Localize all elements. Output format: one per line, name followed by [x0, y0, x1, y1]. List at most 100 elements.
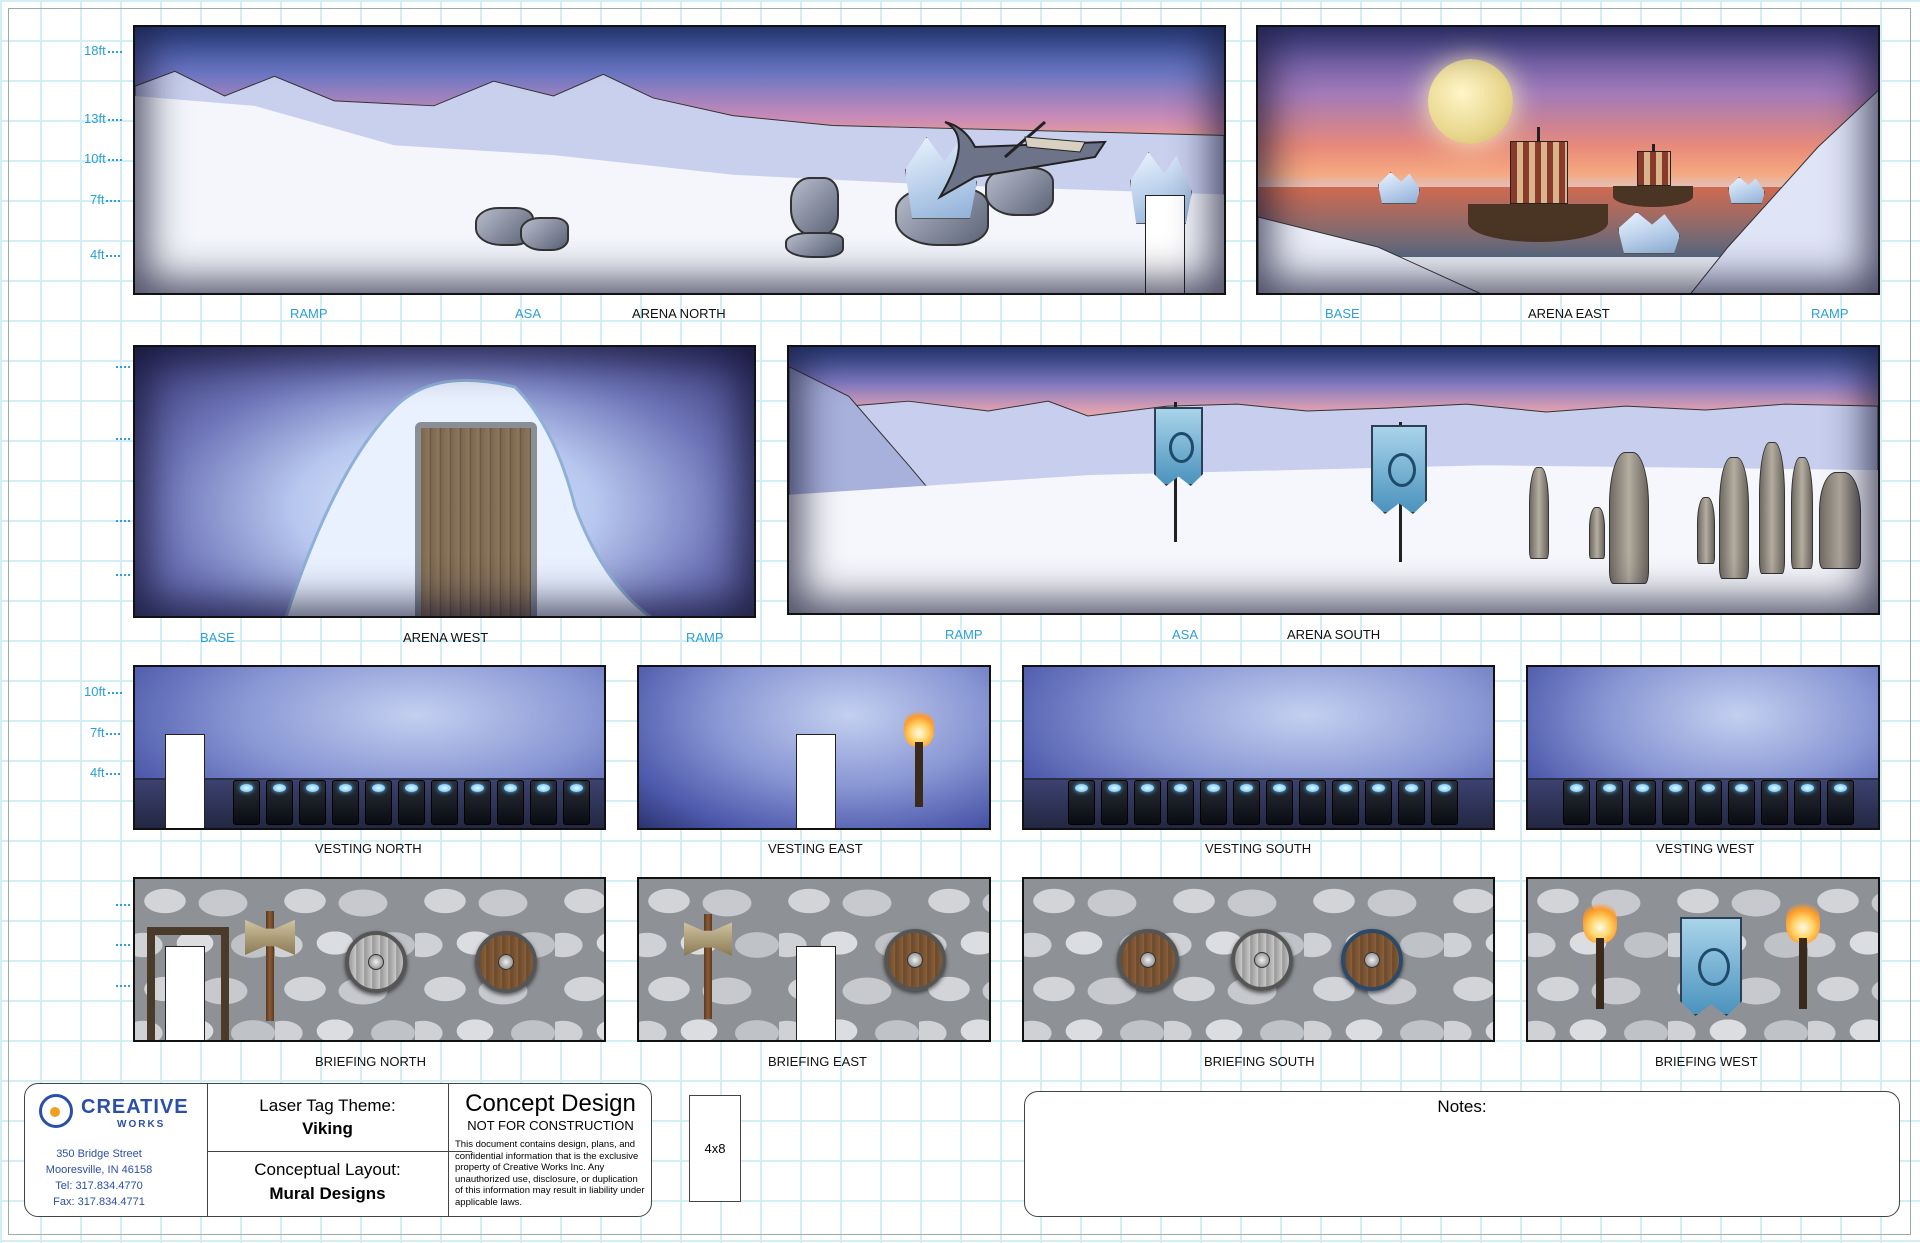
scale-tick [116, 520, 130, 522]
vest-charger [563, 779, 590, 826]
vest-charger [1398, 779, 1425, 826]
logo-icon [39, 1094, 73, 1128]
vest-charger [1794, 779, 1821, 826]
scale-tick [116, 574, 130, 576]
zone-label-base: BASE [200, 630, 235, 645]
battle-axe [245, 911, 295, 1021]
shield [884, 929, 946, 991]
address-city: Mooresville, IN 46158 [45, 1164, 153, 1176]
vest-charger [431, 779, 458, 826]
scale-13ft: 13ft [84, 111, 122, 126]
address-phone: Tel: 317.834.4770 [55, 1180, 143, 1192]
vest-charger [1695, 779, 1722, 826]
zone-label-ramp: RAMP [290, 306, 328, 321]
vest-charger [1761, 779, 1788, 826]
mural-arena-south [787, 345, 1880, 615]
battle-axe [684, 914, 732, 1019]
vest-charger [1332, 779, 1359, 826]
scale-7ft: 7ft [90, 192, 121, 207]
vest-charger [1167, 779, 1194, 826]
caption-vesting-west: VESTING WEST [1656, 841, 1755, 856]
zone-label-ramp: RAMP [686, 630, 724, 645]
torch [904, 707, 934, 807]
vest-charger [497, 779, 524, 826]
vest-charger [1200, 779, 1227, 826]
scale-18ft: 18ft [84, 43, 122, 58]
shield [1231, 929, 1293, 991]
shield [475, 931, 537, 993]
vest-charger [1728, 779, 1755, 826]
scale-10ft: 10ft [84, 151, 122, 166]
scale-tick [116, 438, 130, 440]
disclaimer: This document contains design, plans, an… [455, 1139, 645, 1208]
shield [345, 931, 407, 993]
caption-arena-east: ARENA EAST [1528, 306, 1610, 321]
address-fax: Fax: 317.834.4771 [53, 1196, 145, 1208]
vest-charger [266, 779, 293, 826]
zone-label-ramp: RAMP [945, 627, 983, 642]
caption-vesting-south: VESTING SOUTH [1205, 841, 1312, 856]
vest-charger [1101, 779, 1128, 826]
caption-arena-north: ARENA NORTH [632, 306, 726, 321]
torch [1786, 899, 1820, 1009]
doorway [165, 734, 205, 828]
vest-charger [1596, 779, 1623, 826]
vest-charger [1068, 779, 1095, 826]
caption-arena-west: ARENA WEST [403, 630, 489, 645]
vest-charger [398, 779, 425, 826]
theme-label: Laser Tag Theme: [259, 1096, 396, 1115]
mural-vesting-south [1022, 665, 1495, 830]
vest-charger [365, 779, 392, 826]
mural-briefing-west [1526, 877, 1880, 1042]
scale-10ft: 10ft [84, 684, 122, 699]
notes-box: Notes: [1024, 1091, 1900, 1217]
scale-tick [116, 944, 130, 946]
vest-charger [1662, 779, 1689, 826]
mural-briefing-south [1022, 877, 1495, 1042]
vest-charger [1134, 779, 1161, 826]
doorway [796, 734, 836, 828]
logo-subword: WORKS [117, 1119, 166, 1130]
vest-charger [1827, 779, 1854, 826]
caption-vesting-north: VESTING NORTH [315, 841, 422, 856]
mural-vesting-west [1526, 665, 1880, 830]
scale-4ft: 4ft [90, 247, 121, 262]
shield [1117, 929, 1179, 991]
scale-7ft: 7ft [90, 725, 121, 740]
shield [1341, 929, 1403, 991]
theme-value: Viking [302, 1119, 353, 1138]
concept-title: Concept Design [465, 1090, 636, 1117]
vest-charger [332, 779, 359, 826]
doorway [796, 946, 836, 1040]
title-block: CREATIVE WORKS 350 Bridge Street Mooresv… [24, 1083, 652, 1217]
vest-charger [299, 779, 326, 826]
mural-briefing-north [133, 877, 606, 1042]
layout-value: Mural Designs [269, 1184, 386, 1203]
mural-vesting-north [133, 665, 606, 830]
vest-charger [1431, 779, 1458, 826]
vest-charger [1266, 779, 1293, 826]
vest-charger [1299, 779, 1326, 826]
caption-vesting-east: VESTING EAST [768, 841, 863, 856]
doorway [165, 946, 205, 1040]
vest-charger [1629, 779, 1656, 826]
logo-wordmark: CREATIVE [81, 1096, 189, 1118]
mural-briefing-east [637, 877, 991, 1042]
zone-label-ramp: RAMP [1811, 306, 1849, 321]
concept-subtitle: NOT FOR CONSTRUCTION [467, 1118, 634, 1133]
vest-charger [530, 779, 557, 826]
banner [1680, 917, 1742, 1016]
zone-label-asa: ASA [1172, 627, 1199, 642]
scale-4ft: 4ft [90, 765, 121, 780]
caption-briefing-south: BRIEFING SOUTH [1204, 1054, 1315, 1069]
caption-briefing-east: BRIEFING EAST [768, 1054, 867, 1069]
torch [1583, 899, 1617, 1009]
sheet-size-box: 4x8 [689, 1095, 741, 1202]
vest-charger [464, 779, 491, 826]
caption-briefing-west: BRIEFING WEST [1655, 1054, 1758, 1069]
mural-arena-west [133, 345, 756, 618]
vest-charger [1563, 779, 1590, 826]
vest-charger [233, 779, 260, 826]
mural-vesting-east [637, 665, 991, 830]
sheet-size: 4x8 [704, 1141, 726, 1156]
